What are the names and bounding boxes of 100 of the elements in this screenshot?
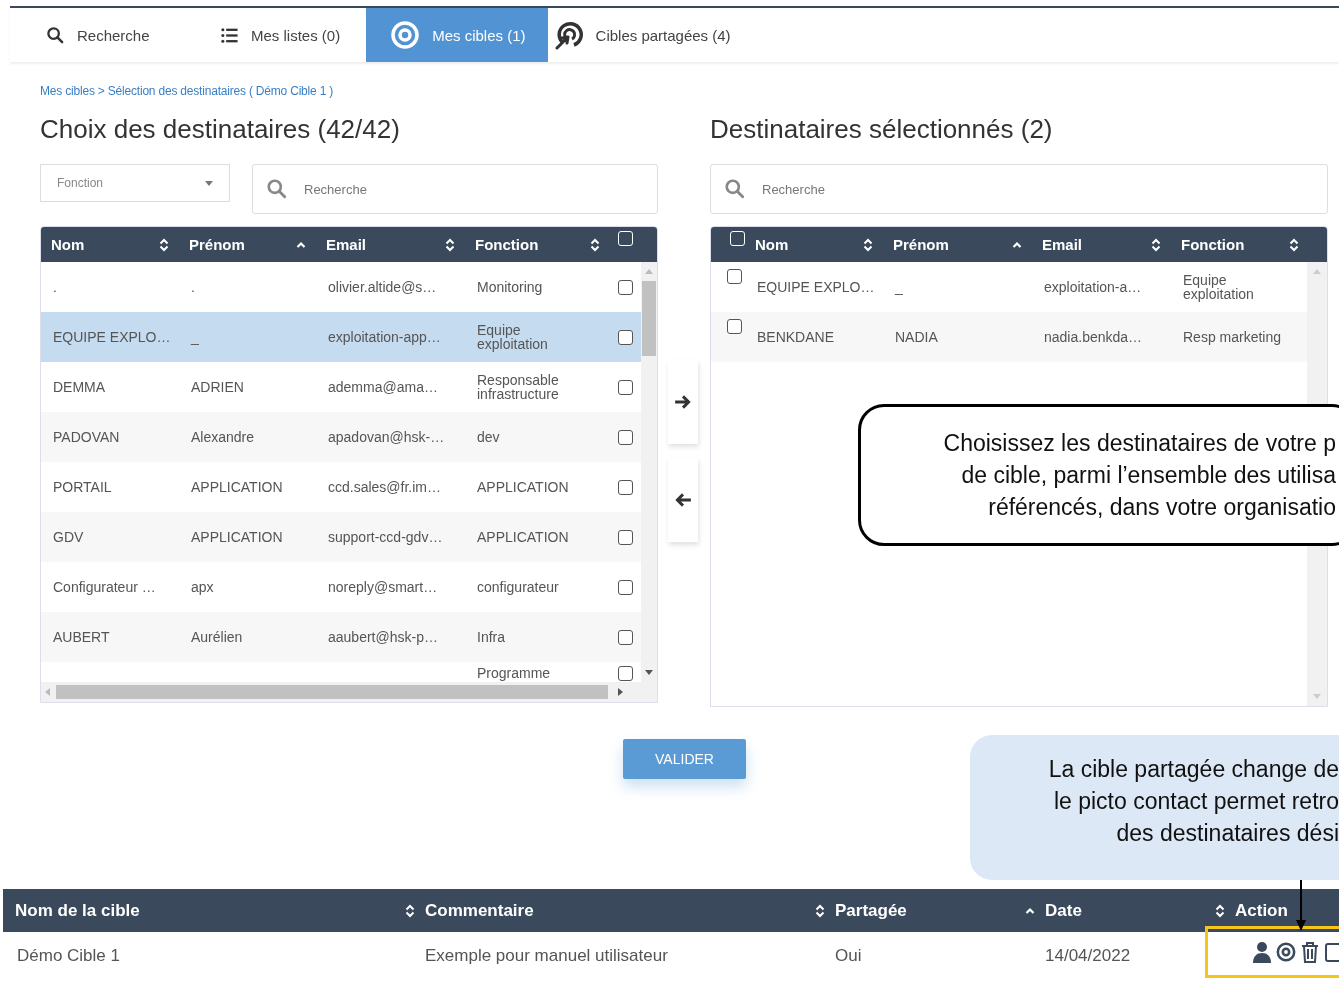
table-cell: APPLICATION (477, 530, 569, 544)
table-cell: EQUIPE EXPLO… (53, 329, 171, 345)
scroll-down-icon[interactable] (645, 670, 653, 675)
table-cell: APPLICATION (191, 479, 283, 495)
search-icon (724, 178, 746, 200)
panel-title: Destinataires sélectionnés (2) (710, 113, 1054, 146)
table-cell: . (53, 279, 57, 295)
vertical-scrollbar[interactable] (641, 262, 657, 682)
table-cell: Configurateur … (53, 579, 156, 595)
row-checkbox[interactable] (618, 329, 633, 345)
table-row[interactable]: Configurateur … apx noreply@smart… configurateur (41, 562, 641, 612)
row-checkbox[interactable] (618, 629, 633, 645)
table-cell: nadia.benkda… (1044, 329, 1143, 345)
table-cell: Aurélien (191, 629, 243, 645)
search-field[interactable]: Recherche (710, 164, 1328, 214)
table-cell: support-ccd-gdv… (328, 529, 443, 545)
table-cell: ADRIEN (191, 379, 244, 395)
annotation-tooltip: La cible partagée change de le picto contact permet retro des destinataires dési (970, 735, 1339, 880)
select-all-checkbox[interactable] (618, 231, 633, 246)
sort-icon (405, 903, 415, 918)
row-checkbox[interactable] (618, 529, 633, 545)
person-icon[interactable] (1252, 941, 1272, 963)
nav-tab[interactable]: Mes listes (0) (200, 8, 367, 62)
column-header[interactable]: Fonction (1171, 227, 1309, 262)
move-left-button[interactable] (668, 458, 698, 542)
table-row[interactable]: GDV APPLICATION support-ccd-gdv… APPLICATION (41, 512, 641, 562)
target-icon[interactable] (1276, 941, 1296, 963)
breadcrumb[interactable]: Mes cibles > Sélection des destinataires ( Démo Cible 1 ) (40, 84, 1339, 98)
nav-tab[interactable]: Cibles partagées (4) (547, 8, 767, 62)
row-checkbox[interactable] (618, 479, 633, 495)
table-row[interactable]: AUBERT Aurélien aaubert@hsk-p… Infra (41, 612, 641, 662)
table-cell: PORTAIL (53, 479, 112, 495)
table-cell: apx (191, 579, 214, 595)
row-checkbox[interactable] (727, 319, 742, 334)
column-header[interactable]: Nom de la cible (3, 900, 395, 921)
column-header[interactable]: Partagée (805, 900, 1015, 921)
table-cell: NADIA (895, 329, 938, 345)
sort-icon (1289, 237, 1299, 252)
scroll-thumb[interactable] (56, 685, 608, 699)
table-cell: Alexandre (191, 429, 255, 445)
table-row[interactable]: . . olivier.altide@s… Monitoring (41, 262, 641, 312)
arrow-right-icon (674, 394, 692, 410)
table-cell: configurateur (477, 580, 559, 594)
column-header[interactable]: Action (1205, 900, 1339, 921)
column-header[interactable]: Date (1015, 900, 1205, 921)
pointer-arrow (1295, 880, 1307, 932)
search-field[interactable]: Recherche (252, 164, 658, 214)
table-cell: Démo Cible 1 (17, 946, 120, 965)
table-cell: APPLICATION (477, 480, 569, 494)
list-icon (220, 25, 239, 45)
trash-icon[interactable] (1300, 941, 1320, 963)
search-icon (266, 178, 288, 200)
sort-icon (1151, 237, 1161, 252)
table-cell: dev (477, 430, 500, 444)
table-cell: Programme (477, 666, 551, 680)
table-cell: Resp marketing (1183, 330, 1282, 344)
column-header[interactable]: Prénom (883, 227, 1032, 262)
table-row[interactable]: PADOVAN Alexandre apadovan@hsk-… dev (41, 412, 641, 462)
sort-icon (1215, 903, 1225, 918)
function-dropdown[interactable]: Fonction (40, 164, 230, 202)
sort-icon (445, 237, 455, 252)
horizontal-scrollbar[interactable] (41, 682, 657, 702)
row-checkbox[interactable] (618, 379, 633, 395)
arrow-left-icon (674, 492, 692, 508)
table-cell: aaubert@hsk-p… (328, 629, 438, 645)
scroll-right-icon[interactable] (618, 688, 623, 696)
table-cell: 14/04/2022 (1045, 946, 1131, 965)
table-cell-text: Equipe exploitation (1183, 273, 1255, 301)
row-checkbox[interactable] (618, 429, 633, 445)
table-cell: _ (191, 329, 199, 345)
row-checkbox[interactable] (618, 579, 633, 595)
table-cell: ccd.sales@fr.im… (328, 479, 441, 495)
table-cell: Infra (477, 630, 505, 644)
scroll-thumb[interactable] (642, 281, 656, 356)
target-arrow-icon (553, 20, 584, 50)
row-checkbox[interactable] (618, 666, 633, 681)
column-header[interactable]: Email (1032, 227, 1171, 262)
row-checkbox[interactable] (618, 279, 633, 295)
table-cell: ademma@ama… (328, 379, 438, 395)
table-cell: PADOVAN (53, 429, 120, 445)
table-cell: APPLICATION (191, 529, 283, 545)
column-header[interactable]: Email (316, 227, 465, 262)
table-row[interactable]: DEMMA ADRIEN ademma@ama… Responsable infrastructure (41, 362, 641, 412)
table-cell: DEMMA (53, 379, 106, 395)
select-all-checkbox[interactable] (730, 231, 745, 246)
nav-tab[interactable]: Recherche (10, 8, 200, 62)
column-header[interactable]: Nom (745, 227, 883, 262)
table-row[interactable]: Programme (41, 662, 641, 682)
move-right-button[interactable] (668, 360, 698, 444)
table-cell: apadovan@hsk-… (328, 429, 445, 445)
table-row[interactable]: EQUIPE EXPLO… _ exploitation-app… Equipe exploitation (41, 312, 641, 362)
column-header[interactable]: Commentaire (395, 900, 805, 921)
column-header[interactable]: Nom (41, 227, 179, 262)
column-header[interactable]: Fonction (465, 227, 610, 262)
row-checkbox[interactable] (727, 269, 742, 284)
column-header[interactable]: Prénom (179, 227, 316, 262)
annotation-tooltip: Choisissez les destinataires de votre p de cible, parmi l’ensemble des utilisa référencés, dans votre organisatio (858, 404, 1339, 546)
table-row[interactable]: PORTAIL APPLICATION ccd.sales@fr.im… APPLICATION (41, 462, 641, 512)
table-cell: exploitation-a… (1044, 279, 1142, 295)
panel-title: Choix des destinataires (42/42) (40, 113, 401, 146)
